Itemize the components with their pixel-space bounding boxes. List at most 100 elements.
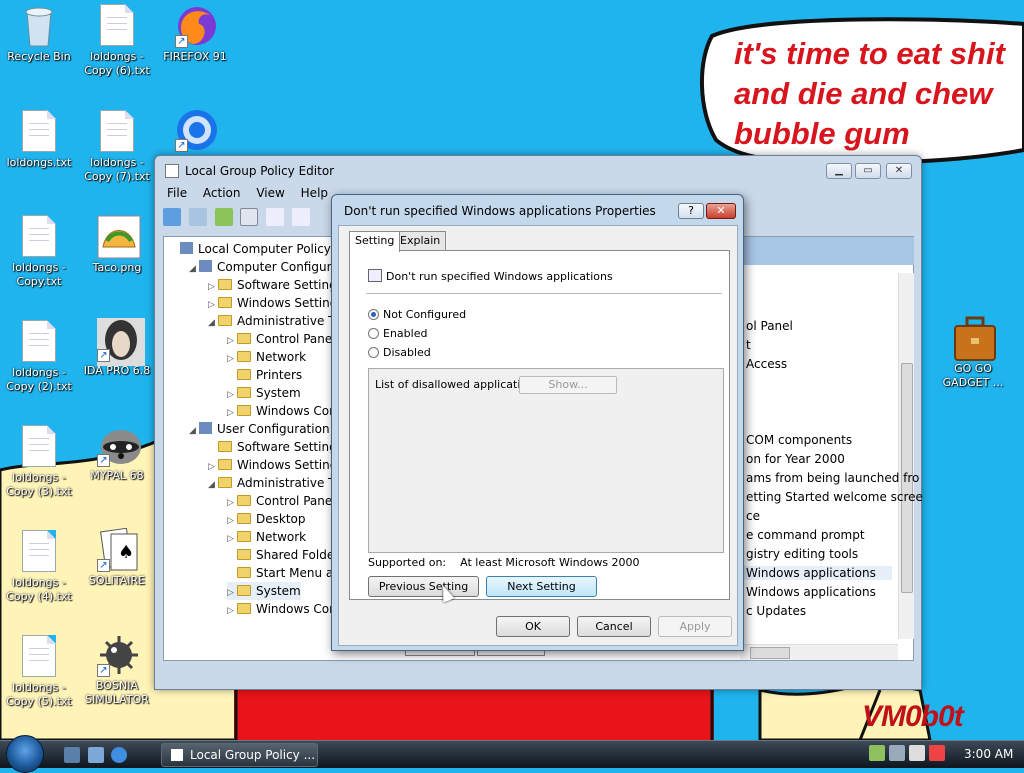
policy-setting-row[interactable]: COM components bbox=[746, 433, 852, 447]
policy-setting-row[interactable]: on for Year 2000 bbox=[746, 452, 845, 466]
apply-button[interactable]: Apply bbox=[658, 616, 732, 637]
policy-setting-row[interactable]: Access bbox=[746, 357, 787, 371]
cancel-button[interactable]: Cancel bbox=[577, 616, 651, 637]
tree-node[interactable]: ▷ Control Panel bbox=[227, 330, 334, 348]
tree-expander-icon[interactable]: ▷ bbox=[227, 602, 237, 620]
tree-node[interactable]: ◢ Computer Configuration bbox=[189, 258, 334, 276]
tree-node[interactable]: ▷ System bbox=[227, 384, 301, 402]
tree-node[interactable]: Shared Folders bbox=[227, 546, 334, 564]
tree-node[interactable]: ▷ Software Settings bbox=[208, 276, 334, 294]
desktop-icon-chrome[interactable]: ↗ bbox=[157, 108, 233, 154]
desktop-icon-loldongs-copy-4[interactable]: loldongs - Copy (4).txt bbox=[1, 530, 77, 604]
radio-enabled[interactable]: Enabled bbox=[368, 327, 427, 340]
tab-explain[interactable]: Explain bbox=[394, 231, 447, 251]
export-list-icon[interactable] bbox=[292, 208, 311, 226]
desktop-icon-loldongs-copy-3[interactable]: loldongs - Copy (3).txt bbox=[1, 425, 77, 499]
internet-explorer-icon[interactable] bbox=[111, 747, 127, 763]
policy-setting-row[interactable]: Windows applications bbox=[742, 566, 892, 580]
tree-expander-icon[interactable]: ◢ bbox=[208, 314, 218, 332]
desktop-icon-loldongs-copy[interactable]: loldongs - Copy.txt bbox=[1, 215, 77, 289]
tree-node[interactable]: ▷Windows Components bbox=[227, 600, 334, 618]
policy-setting-row[interactable]: ol Panel bbox=[746, 319, 793, 333]
desktop-icon-loldongs[interactable]: loldongs.txt bbox=[1, 110, 77, 170]
policy-setting-row[interactable]: gistry editing tools bbox=[746, 547, 858, 561]
desktop-icon-loldongs-copy-5[interactable]: loldongs - Copy (5).txt bbox=[1, 635, 77, 709]
tree-expander-icon[interactable]: ◢ bbox=[189, 422, 199, 440]
ok-button[interactable]: OK bbox=[496, 616, 570, 637]
next-setting-button[interactable]: Next Setting bbox=[486, 576, 597, 597]
window-close-button[interactable]: ✕ bbox=[886, 163, 912, 179]
tree-node[interactable]: ▷ System bbox=[227, 582, 301, 600]
menu-view[interactable]: View bbox=[250, 185, 290, 201]
desktop-icon-mypal[interactable]: ↗ MYPAL 68 bbox=[79, 423, 155, 483]
tray-app-icon[interactable] bbox=[889, 745, 905, 761]
taskbar-button-group-policy[interactable]: Local Group Policy ... bbox=[161, 743, 318, 767]
desktop-icon-recycle-bin[interactable]: Recycle Bin bbox=[1, 4, 77, 64]
show-button[interactable]: Show... bbox=[519, 376, 617, 394]
vertical-scrollbar[interactable] bbox=[898, 273, 914, 639]
clock[interactable]: 3:00 AM bbox=[964, 747, 1013, 761]
tree-node[interactable]: ▷ Network bbox=[227, 348, 306, 366]
desktop-icon-taco[interactable]: Taco.png bbox=[79, 215, 155, 275]
tree-node[interactable]: ▷ Windows Settings bbox=[208, 294, 334, 312]
tree-node[interactable]: ▷ Desktop bbox=[227, 510, 306, 528]
tree-node[interactable]: Software Settings bbox=[208, 438, 334, 456]
desktop-icon-loldongs-copy-2[interactable]: loldongs - Copy (2).txt bbox=[1, 320, 77, 394]
tree-node[interactable]: Start Menu and Taskbar bbox=[227, 564, 334, 582]
volume-muted-icon[interactable] bbox=[929, 745, 945, 761]
desktop-icon-bosnia-simulator[interactable]: ↗ BOSNIA SIMULATOR bbox=[79, 633, 155, 707]
dialog-close-button[interactable]: ✕ bbox=[706, 203, 736, 219]
desktop-icon-loldongs-copy-6[interactable]: loldongs - Copy (6).txt bbox=[79, 4, 155, 78]
policy-properties-dialog[interactable]: Don't run specified Windows applications… bbox=[331, 194, 744, 651]
maximize-button[interactable]: ▭ bbox=[855, 163, 881, 179]
policy-setting-row[interactable]: c Updates bbox=[746, 604, 806, 618]
tree-expander-icon[interactable]: ◢ bbox=[189, 260, 199, 278]
tree-node[interactable]: Printers bbox=[227, 366, 302, 384]
policy-setting-row[interactable]: ams from being launched fro bbox=[746, 471, 919, 485]
start-button[interactable] bbox=[6, 735, 44, 773]
show-hide-tree-icon[interactable] bbox=[240, 208, 259, 226]
network-status-icon[interactable] bbox=[869, 745, 885, 761]
menu-file[interactable]: File bbox=[161, 185, 193, 201]
tree-node[interactable]: ▷Windows Components bbox=[227, 402, 334, 420]
menu-help[interactable]: Help bbox=[295, 185, 334, 201]
radio-disabled[interactable]: Disabled bbox=[368, 346, 431, 359]
window-titlebar[interactable]: Local Group Policy Editor ▁ ▭ ✕ bbox=[155, 156, 921, 185]
previous-setting-button[interactable]: Previous Setting bbox=[368, 576, 479, 597]
network-icon[interactable] bbox=[909, 745, 925, 761]
radio-not-configured[interactable]: Not Configured bbox=[368, 308, 466, 321]
policy-setting-row[interactable]: ce bbox=[746, 509, 760, 523]
desktop-icon-ida-pro[interactable]: ↗ IDA PRO 6.8 bbox=[79, 318, 155, 378]
up-folder-icon[interactable] bbox=[214, 208, 233, 226]
desktop-icon-firefox[interactable]: ↗ FIREFOX 91 bbox=[157, 4, 233, 64]
help-button[interactable]: ? bbox=[678, 203, 704, 219]
show-desktop-icon[interactable] bbox=[64, 747, 80, 763]
tab-setting[interactable]: Setting bbox=[349, 231, 401, 252]
policy-setting-row[interactable]: t bbox=[746, 338, 751, 352]
tree-node[interactable]: Local Computer Policy bbox=[170, 240, 331, 258]
hscroll-thumb[interactable] bbox=[750, 647, 790, 659]
policy-setting-row[interactable]: e command prompt bbox=[746, 528, 865, 542]
horizontal-scrollbar[interactable] bbox=[740, 644, 898, 660]
forward-arrow-icon[interactable] bbox=[188, 208, 207, 226]
tree-node[interactable]: ▷ Network bbox=[227, 528, 306, 546]
switch-windows-icon[interactable] bbox=[88, 747, 104, 763]
desktop-icon-solitaire[interactable]: ♠ ↗ SOLITAIRE bbox=[79, 527, 155, 588]
radio-dot[interactable] bbox=[368, 328, 379, 339]
tree-node[interactable]: ▷ Control Panel bbox=[227, 492, 334, 510]
tree-node[interactable]: ◢ Administrative Templates bbox=[208, 474, 334, 492]
radio-dot[interactable] bbox=[368, 347, 379, 358]
menu-action[interactable]: Action bbox=[197, 185, 247, 201]
tree-node[interactable]: ▷ Windows Settings bbox=[208, 456, 334, 474]
desktop-icon-loldongs-copy-7[interactable]: loldongs - Copy (7).txt bbox=[79, 110, 155, 184]
policy-setting-row[interactable]: Windows applications bbox=[746, 585, 876, 599]
back-arrow-icon[interactable] bbox=[163, 208, 181, 226]
tree-node[interactable]: ◢ User Configuration bbox=[189, 420, 330, 438]
minimize-button[interactable]: ▁ bbox=[826, 163, 852, 179]
radio-dot[interactable] bbox=[368, 309, 379, 320]
tree-expander-icon[interactable]: ◢ bbox=[208, 476, 218, 494]
policy-setting-row[interactable]: etting Started welcome scree bbox=[746, 490, 923, 504]
properties-icon[interactable] bbox=[266, 208, 285, 226]
tree-node[interactable]: ◢ Administrative Templates bbox=[208, 312, 334, 330]
desktop-icon-go-go-gadget[interactable]: GO GO GADGET ... bbox=[935, 316, 1011, 390]
